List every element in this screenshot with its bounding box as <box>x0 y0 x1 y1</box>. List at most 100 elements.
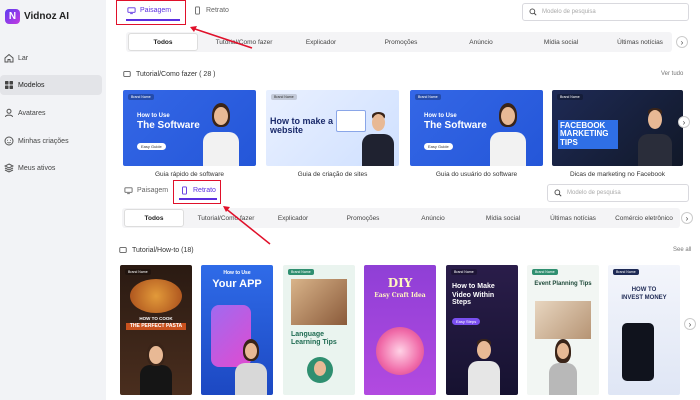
see-all-link[interactable]: Ver tudo <box>661 71 683 77</box>
section-title: Tutorial/How-to (18) <box>119 246 194 254</box>
brand-name: Vidnoz AI <box>24 11 69 22</box>
category-ecommerce[interactable]: Comércio eletrônico <box>612 208 676 228</box>
card-pill: Easy Guide <box>137 143 166 150</box>
event-photo <box>535 301 591 339</box>
sidebar-item-label: Modelos <box>18 81 45 89</box>
grid-icon <box>5 81 13 89</box>
card-headline: The Software <box>137 120 200 131</box>
card-headline-small: How to Use <box>137 113 170 119</box>
search-placeholder: Modelo de pesquisa <box>542 9 596 15</box>
carousel-next-button[interactable]: › <box>678 116 690 128</box>
card-line1: HOW TO <box>631 287 657 293</box>
category-all[interactable]: Todos <box>124 209 184 227</box>
template-card[interactable]: Brand Name FACEBOOK MARKETING TIPS <box>552 90 683 166</box>
pasta-image <box>130 279 182 313</box>
category-bar: Todos Tutorial/Como fazer Explicador Pro… <box>126 32 672 52</box>
browser-illustration <box>336 110 366 132</box>
category-all[interactable]: Todos <box>128 33 198 51</box>
categories-next-button[interactable]: › <box>676 36 688 48</box>
card-line2: Your APP <box>212 278 262 290</box>
tab-label: Retrato <box>206 6 229 14</box>
phone-chart-illustration <box>622 323 654 381</box>
card-caption: Guia de criação de sites <box>297 171 368 178</box>
search-input[interactable]: Modelo de pesquisa <box>547 184 689 202</box>
category-social-media[interactable]: Mídia social <box>526 32 596 52</box>
face-icon <box>4 136 14 146</box>
template-card[interactable]: Brand Name How to Use The Software Easy … <box>410 90 543 166</box>
brand-tag: Brand Name <box>532 269 558 275</box>
section-title-text: Tutorial/How-to (18) <box>132 246 194 254</box>
sidebar-item-label: Avatares <box>18 109 46 117</box>
card-pill: Easy Guide <box>424 143 453 150</box>
card-caption: Guia rápido de software <box>154 171 224 178</box>
template-card[interactable]: Brand Name HOW TO COOK THE PERFECT PASTA <box>120 265 192 395</box>
sidebar-item-templates[interactable]: Modelos <box>0 75 102 95</box>
card-caption: Guia do usuário do software <box>435 171 518 178</box>
person-icon <box>5 108 13 118</box>
brand-logo[interactable]: N Vidnoz AI <box>5 9 69 24</box>
category-ads[interactable]: Anúncio <box>402 208 464 228</box>
category-tutorial[interactable]: Tutorial/Como fazer <box>206 32 282 52</box>
category-tutorial[interactable]: Tutorial/Como fazer <box>192 208 260 228</box>
category-explainer[interactable]: Explicador <box>262 208 324 228</box>
template-card[interactable]: Brand Name How to Use The Software Easy … <box>123 90 256 166</box>
phone-icon <box>195 5 200 15</box>
home-icon <box>4 53 14 63</box>
sidebar-item-home[interactable]: Lar <box>0 48 102 68</box>
card-caption: Dicas de marketing no Facebook <box>569 171 666 178</box>
category-promotions[interactable]: Promoções <box>330 208 396 228</box>
card-line1: HOW TO COOK <box>139 316 173 321</box>
sidebar-item-creations[interactable]: Minhas criações <box>0 131 102 151</box>
logo-icon: N <box>5 9 20 24</box>
category-explainer[interactable]: Explicador <box>288 32 354 52</box>
card-line2: Learning Tips <box>291 339 337 346</box>
see-all-link[interactable]: See all <box>673 247 691 253</box>
students-photo <box>291 279 347 325</box>
card-line1: Language <box>291 331 325 338</box>
category-bar: Todos Tutorial/Como fazer Explicador Pro… <box>122 208 680 228</box>
category-latest-news[interactable]: Últimas notícias <box>540 208 606 228</box>
template-card[interactable]: Brand Name How to Make Video Within Step… <box>446 265 518 395</box>
template-card[interactable]: Brand Name HOW TO INVEST MONEY <box>608 265 680 395</box>
card-pill: Easy Steps <box>452 318 481 325</box>
category-social-media[interactable]: Mídia social <box>472 208 534 228</box>
template-card[interactable]: How to Use Your APP <box>201 265 273 395</box>
card-line2: THE PERFECT PASTA <box>126 323 186 331</box>
card-headline: FACEBOOK MARKETING TIPS <box>558 120 618 150</box>
brand-tag: Brand Name <box>128 94 154 100</box>
search-input[interactable]: Modelo de pesquisa <box>522 3 689 21</box>
search-icon <box>529 8 537 16</box>
tab-portrait[interactable]: Retrato <box>193 5 229 15</box>
tab-label: Paisagem <box>137 186 169 194</box>
brand-tag: Brand Name <box>271 94 297 100</box>
category-ads[interactable]: Anúncio <box>448 32 514 52</box>
card-line1: Event Planning Tips <box>534 281 592 287</box>
sidebar-item-label: Minhas criações <box>18 137 69 145</box>
annotation-box <box>173 180 221 204</box>
card-line1: DIY <box>387 276 413 290</box>
card-line1: How to Make <box>452 283 495 290</box>
template-card[interactable]: Brand Name Language Learning Tips <box>283 265 355 395</box>
search-placeholder: Modelo de pesquisa <box>567 190 621 196</box>
template-card[interactable]: Brand Name Event Planning Tips <box>527 265 599 395</box>
category-promotions[interactable]: Promoções <box>366 32 436 52</box>
tab-landscape[interactable]: Paisagem <box>124 185 168 195</box>
section-title-text: Tutorial/Como fazer ( 28 ) <box>136 70 216 78</box>
section-title: Tutorial/Como fazer ( 28 ) <box>123 70 216 78</box>
template-card[interactable]: DIY Easy Craft Idea <box>364 265 436 395</box>
brand-tag: Brand Name <box>557 94 583 100</box>
template-card[interactable]: Brand Name How to make a website <box>266 90 399 166</box>
category-latest-news[interactable]: Últimas notícias <box>604 32 676 52</box>
card-headline: How to make a website <box>270 116 334 136</box>
carousel-next-button[interactable]: › <box>684 318 696 330</box>
categories-next-button[interactable]: › <box>681 212 693 224</box>
tv-icon <box>119 247 127 253</box>
layers-icon <box>4 163 14 173</box>
monitor-icon <box>124 186 133 194</box>
brand-tag: Brand Name <box>125 269 151 275</box>
sidebar-item-assets[interactable]: Meus ativos <box>0 158 102 178</box>
annotation-box <box>116 0 186 25</box>
flower-image <box>376 327 424 375</box>
sidebar-item-avatars[interactable]: Avatares <box>0 103 102 123</box>
brand-tag: Brand Name <box>451 269 477 275</box>
